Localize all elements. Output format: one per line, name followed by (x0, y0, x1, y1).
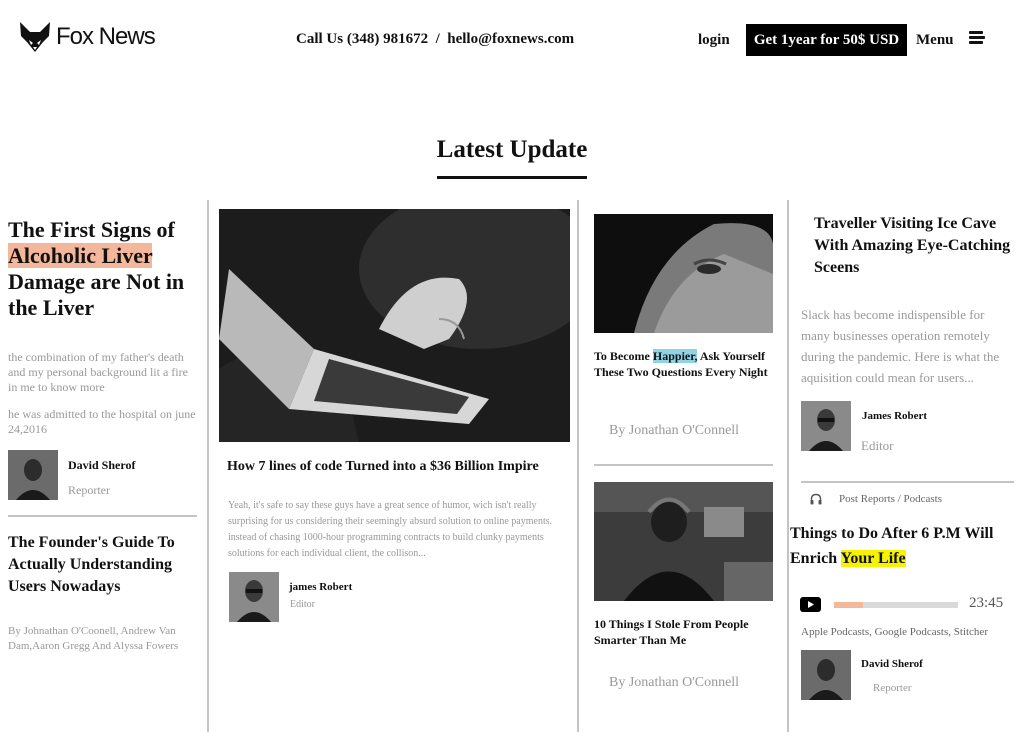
fox-head-icon (20, 22, 50, 52)
author-role: Reporter (873, 682, 912, 694)
column-divider (207, 200, 209, 732)
podcast-platforms[interactable]: Apple Podcasts, Google Podcasts, Stitche… (801, 626, 988, 638)
audio-duration: 23:45 (969, 595, 1004, 611)
title-underline (437, 176, 587, 179)
story-byline: By Johnathan O'Coonell, Andrew Van Dam,A… (8, 625, 179, 652)
hamburger-icon[interactable] (969, 31, 985, 45)
play-icon (808, 601, 814, 608)
feature-excerpt: the combination of my father's death and… (8, 350, 188, 394)
contact-info: Call Us (348) 981672 / hello@foxnews.com (296, 31, 575, 47)
audio-progress-fill (834, 602, 863, 608)
column-divider (787, 200, 789, 732)
divider (594, 464, 773, 466)
author-name[interactable]: David Sherof (861, 658, 923, 670)
story-byline: By Jonathan O'Connell (609, 675, 740, 690)
avatar[interactable] (229, 572, 279, 622)
avatar[interactable] (801, 401, 851, 451)
author-name[interactable]: David Sherof (68, 458, 135, 473)
studio-photo[interactable] (594, 482, 773, 601)
podcast-category[interactable]: Post Reports / Podcasts (810, 493, 942, 505)
author-role: Editor (290, 599, 315, 610)
login-link[interactable]: login (698, 32, 730, 49)
divider (8, 515, 197, 517)
story-byline: By Jonathan O'Connell (609, 423, 740, 438)
avatar[interactable] (801, 650, 851, 700)
story-excerpt: Slack has become indispensible for many … (801, 307, 1000, 385)
avatar[interactable] (8, 450, 58, 500)
headphones-icon (810, 493, 822, 505)
audio-progress-bar[interactable] (834, 602, 958, 608)
feature-excerpt-secondary: he was admitted to the hospital on june … (8, 407, 196, 436)
story-title[interactable]: The Founder's Guide To Actually Understa… (8, 532, 200, 598)
face-closeup-photo[interactable] (594, 214, 773, 333)
section-title: Latest Update (436, 136, 588, 163)
author-name[interactable]: james Robert (289, 581, 352, 593)
author-role: Reporter (68, 483, 110, 497)
story-excerpt: Yeah, it's safe to say these guys have a… (228, 500, 553, 559)
subscribe-button[interactable]: Get 1year for 50$ USD (746, 24, 907, 56)
author-role: Editor (861, 438, 894, 453)
menu-label[interactable]: Menu (916, 32, 954, 49)
laptop-photo[interactable] (219, 209, 570, 442)
divider (801, 481, 1014, 483)
story-title[interactable]: Traveller Visiting Ice Cave With Amazing… (814, 213, 1014, 279)
story-title[interactable]: How 7 lines of code Turned into a $36 Bi… (227, 459, 572, 475)
story-title[interactable]: To Become Happier, Ask Yourself These Tw… (594, 348, 774, 380)
logo-text: Fox News (56, 23, 156, 50)
story-title[interactable]: 10 Things I Stole From People Smarter Th… (594, 616, 774, 648)
author-name[interactable]: James Robert (862, 410, 927, 422)
feature-headline[interactable]: The First Signs of Alcoholic Liver Damag… (8, 217, 200, 321)
site-logo[interactable]: Fox News (18, 20, 156, 54)
column-divider (577, 200, 579, 732)
play-button[interactable] (800, 597, 821, 612)
podcast-title[interactable]: Things to Do After 6 P.M Will Enrich You… (790, 521, 1018, 571)
